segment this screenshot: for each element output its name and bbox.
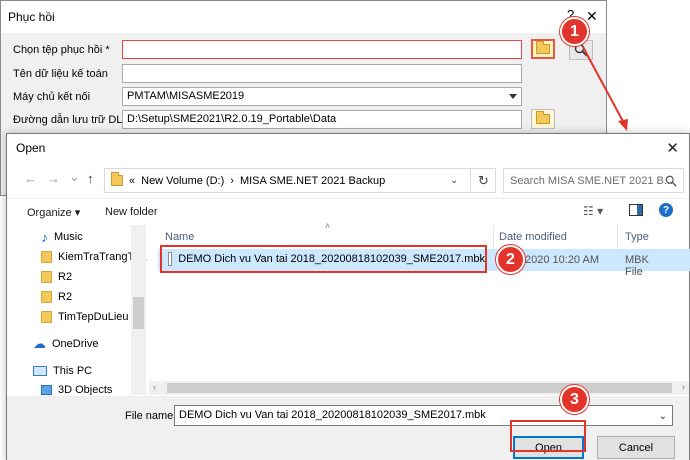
organize-menu[interactable]: Organize ▾ — [27, 206, 80, 219]
search-placeholder: Search MISA SME.NET 2021 B... — [510, 174, 674, 187]
preview-pane-icon[interactable] — [629, 204, 643, 219]
nav-item-label: Music — [54, 231, 83, 243]
server-select-value: PMTAM\MISASME2019 — [127, 90, 245, 102]
close-icon[interactable]: ✕ — [586, 8, 598, 25]
navigation-pane: ♪ Music KiemTraTrangThai R2 R2 TimTepDuL… — [7, 225, 147, 395]
browse-file-button[interactable] — [531, 39, 555, 59]
column-separator[interactable] — [617, 225, 618, 249]
file-icon — [168, 252, 173, 266]
data-name-input[interactable] — [122, 64, 522, 83]
nav-item-label: R2 — [58, 291, 73, 303]
chevron-down-icon — [509, 94, 517, 99]
column-header-name[interactable]: Name — [165, 231, 194, 243]
nav-item-folder[interactable]: TimTepDuLieu — [41, 307, 129, 327]
breadcrumb-folder[interactable]: MISA SME.NET 2021 Backup — [240, 175, 385, 187]
nav-item-label: OneDrive — [52, 338, 99, 350]
restore-file-input[interactable] — [122, 40, 522, 59]
file-date: 2020 10:20 AM — [525, 254, 600, 266]
folder-icon — [41, 251, 52, 263]
server-select[interactable]: PMTAM\MISASME2019 — [122, 87, 522, 106]
callout-badge-2: 2 — [496, 245, 525, 274]
forward-arrow-icon[interactable]: → — [47, 171, 60, 186]
nav-item-folder[interactable]: R2 — [41, 267, 72, 287]
file-name-input[interactable]: DEMO Dich vu Van tai 2018_20200818102039… — [174, 405, 673, 426]
folder-icon — [41, 291, 52, 303]
folder-icon — [111, 172, 123, 186]
restore-titlebar: Phục hồi ? ✕ — [1, 1, 606, 33]
file-name-label: File name: — [125, 410, 177, 422]
chevron-down-icon[interactable]: ⌄ — [659, 411, 667, 422]
browse-folder-button[interactable] — [531, 109, 555, 129]
open-file-dialog: Open ✕ ← → ⌄ ↑ « New Volume (D:) › MISA … — [6, 133, 690, 460]
search-icon — [665, 175, 677, 187]
new-folder-button[interactable]: New folder — [105, 206, 158, 218]
open-title: Open — [16, 141, 46, 155]
nav-pane-scrollbar[interactable] — [131, 225, 146, 395]
storage-path-input[interactable]: D:\Setup\SME2021\R2.0.19_Portable\Data — [122, 110, 522, 129]
file-toolbar: Organize ▾ New folder ☷ ▾ ? — [7, 198, 689, 224]
folder-icon — [41, 311, 52, 323]
callout-badge-1: 1 — [560, 17, 589, 46]
nav-item-label: 3D Objects — [58, 384, 113, 395]
help-icon[interactable]: ? — [659, 203, 673, 217]
recent-locations-icon[interactable]: ⌄ — [69, 169, 80, 185]
file-type: MBK File — [625, 254, 649, 278]
open-button-highlight — [510, 420, 586, 452]
nav-item-this-pc[interactable]: This PC — [33, 361, 92, 381]
scrollbar-thumb[interactable] — [133, 297, 144, 329]
refresh-icon[interactable]: ↻ — [470, 168, 496, 193]
cloud-icon: ☁ — [33, 336, 46, 351]
file-name-input-value: DEMO Dich vu Van tai 2018_20200818102039… — [179, 409, 486, 421]
computer-icon — [33, 366, 47, 376]
folder-icon — [536, 111, 550, 124]
file-name: DEMO Dich vu Van tai 2018_20200818102039… — [178, 253, 485, 265]
file-name-cell[interactable]: DEMO Dich vu Van tai 2018_20200818102039… — [160, 245, 487, 273]
file-list-scrollbar[interactable]: ‹ › — [149, 381, 689, 395]
callout-badge-3: 3 — [560, 385, 589, 414]
breadcrumb-separator: › — [230, 174, 234, 187]
search-input[interactable]: Search MISA SME.NET 2021 B... — [503, 168, 684, 193]
nav-item-label: R2 — [58, 271, 73, 283]
nav-item-folder[interactable]: R2 — [41, 287, 72, 307]
sort-up-icon: ˄ — [325, 221, 331, 231]
column-header-date[interactable]: Date modified — [499, 231, 567, 243]
open-titlebar: Open ✕ — [7, 134, 689, 162]
storage-path-label: Đường dẫn lưu trữ DLKT — [13, 114, 137, 126]
up-folder-icon[interactable]: ↑ — [87, 171, 94, 186]
address-bar[interactable]: « New Volume (D:) › MISA SME.NET 2021 Ba… — [104, 168, 496, 193]
folder-icon — [536, 41, 550, 54]
address-row: ← → ⌄ ↑ « New Volume (D:) › MISA SME.NET… — [7, 166, 689, 194]
back-arrow-icon[interactable]: ← — [24, 171, 37, 186]
breadcrumb-drive[interactable]: New Volume (D:) — [141, 175, 224, 187]
close-icon[interactable]: ✕ — [666, 139, 679, 157]
column-separator[interactable] — [493, 225, 494, 249]
breadcrumb-overflow[interactable]: « — [129, 175, 135, 187]
nav-item-label: TimTepDuLieu — [58, 311, 129, 323]
restore-title: Phục hồi — [8, 10, 55, 24]
nav-item-onedrive[interactable]: ☁ OneDrive — [33, 334, 98, 354]
nav-item-music[interactable]: ♪ Music — [41, 227, 83, 247]
nav-item-3d-objects[interactable]: 3D Objects — [41, 380, 112, 395]
server-label: Máy chủ kết nối — [13, 91, 91, 103]
music-icon: ♪ — [41, 229, 48, 245]
file-list: ˄ Name Date modified Type 2020 10:20 AM … — [149, 221, 690, 397]
data-name-label: Tên dữ liệu kế toán — [13, 68, 108, 80]
nav-item-label: This PC — [53, 365, 93, 377]
scrollbar-thumb[interactable] — [167, 383, 672, 393]
cube-icon — [41, 385, 52, 395]
column-header-type[interactable]: Type — [625, 231, 649, 243]
folder-icon — [41, 271, 52, 283]
cancel-button[interactable]: Cancel — [597, 436, 675, 459]
view-options-icon[interactable]: ☷ ▾ — [583, 204, 603, 218]
restore-file-label: Chọn tệp phục hồi * — [13, 44, 110, 56]
